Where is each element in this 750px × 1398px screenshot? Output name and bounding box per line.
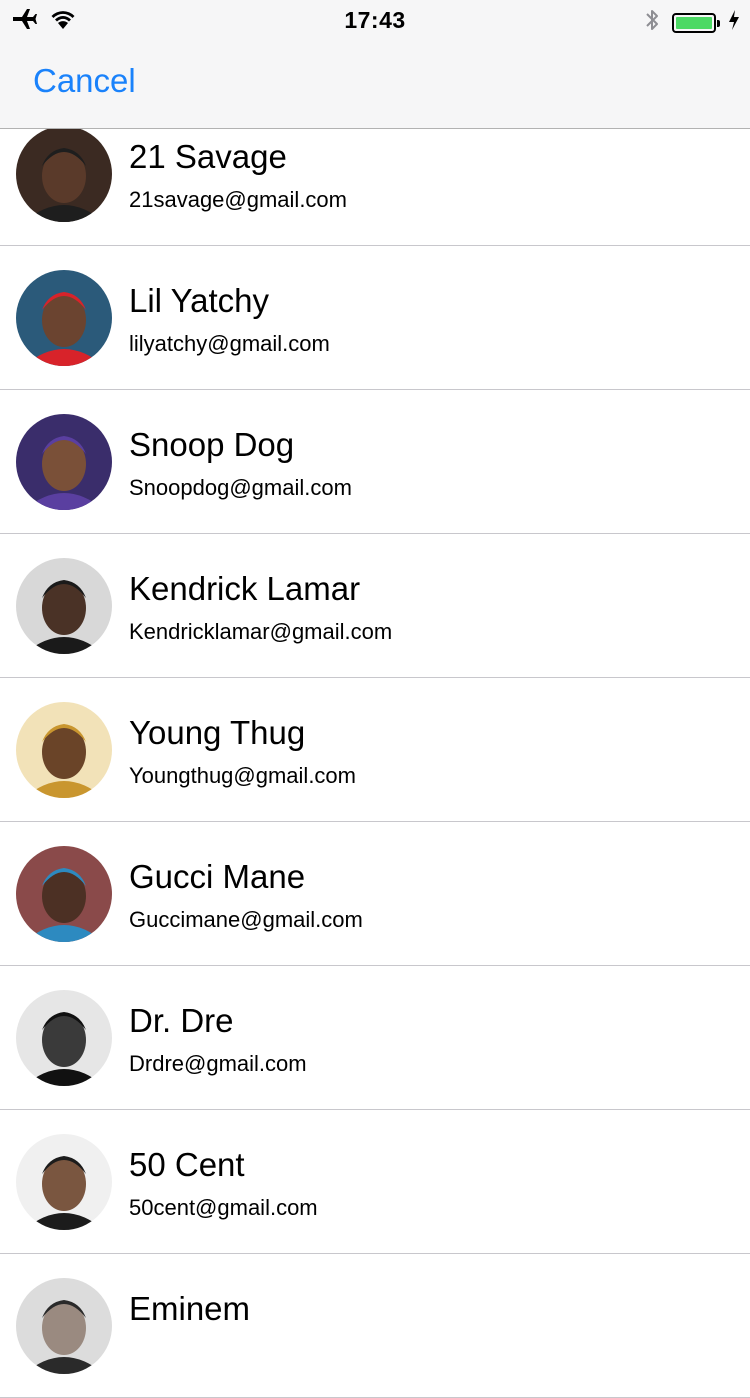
contact-avatar	[16, 702, 112, 798]
contact-email: Kendricklamar@gmail.com	[129, 619, 393, 644]
contact-name: Gucci Mane	[129, 858, 306, 895]
contact-row[interactable]: Kendrick Lamar Kendricklamar@gmail.com	[0, 534, 750, 678]
contact-email: 21savage@gmail.com	[129, 187, 347, 212]
contact-row[interactable]: Lil Yatchy lilyatchy@gmail.com	[0, 246, 750, 390]
charging-icon	[728, 9, 740, 36]
contact-row[interactable]: Dr. Dre Drdre@gmail.com	[0, 966, 750, 1110]
contact-avatar	[16, 1134, 112, 1230]
cancel-button[interactable]: Cancel	[33, 62, 136, 100]
contact-email: lilyatchy@gmail.com	[129, 331, 330, 356]
status-bar: 17:43	[0, 0, 750, 40]
contact-row[interactable]: 50 Cent 50cent@gmail.com	[0, 1110, 750, 1254]
contact-row[interactable]: Gucci Mane Guccimane@gmail.com	[0, 822, 750, 966]
contact-row[interactable]: Snoop Dog Snoopdog@gmail.com	[0, 390, 750, 534]
contact-name: Snoop Dog	[129, 426, 295, 463]
contact-row[interactable]: Eminem	[0, 1254, 750, 1398]
battery-tip	[717, 19, 720, 27]
contact-name: 21 Savage	[129, 138, 287, 175]
contact-avatar	[16, 270, 112, 366]
status-time: 17:43	[344, 7, 406, 33]
contact-email: Snoopdog@gmail.com	[129, 475, 352, 500]
contact-name: Dr. Dre	[129, 1002, 234, 1039]
contact-email: Youngthug@gmail.com	[129, 763, 356, 788]
battery-icon	[672, 12, 720, 33]
nav-bar: Cancel	[0, 40, 750, 128]
contact-list: 21 Savage 21savage@gmail.com Lil Yatchy lil…	[0, 102, 750, 1398]
contact-email: Drdre@gmail.com	[129, 1051, 307, 1076]
contact-avatar	[16, 1278, 112, 1374]
contact-name: Lil Yatchy	[129, 282, 270, 319]
header: 17:43 Cancel	[0, 0, 750, 129]
contact-name: Kendrick Lamar	[129, 570, 361, 607]
contact-name: Eminem	[129, 1290, 251, 1327]
contact-name: Young Thug	[129, 714, 306, 751]
contact-avatar	[16, 990, 112, 1086]
battery-fill	[676, 16, 712, 29]
bluetooth-icon	[644, 6, 660, 39]
contact-email: Guccimane@gmail.com	[129, 907, 363, 932]
contact-name: 50 Cent	[129, 1146, 245, 1183]
contact-avatar	[16, 846, 112, 942]
contact-avatar	[16, 558, 112, 654]
status-right	[644, 6, 740, 39]
contact-email: 50cent@gmail.com	[129, 1195, 318, 1220]
contact-avatar	[16, 414, 112, 510]
contact-avatar	[16, 126, 112, 222]
contact-row[interactable]: Young Thug Youngthug@gmail.com	[0, 678, 750, 822]
